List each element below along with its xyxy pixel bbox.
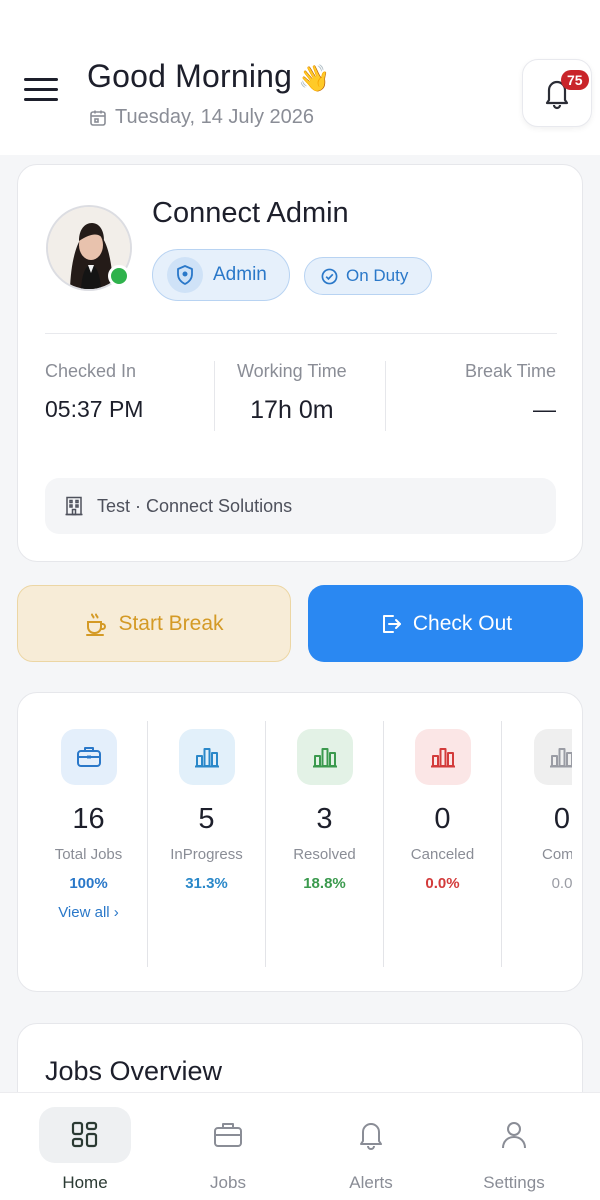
wave-emoji-icon: 👋	[298, 63, 331, 93]
nav-settings[interactable]: Settings	[459, 1107, 569, 1193]
bar-chart-icon	[296, 729, 353, 785]
working-time-label: Working Time	[237, 361, 347, 381]
checked-in-stat: Checked In 05:37 PM	[45, 361, 143, 423]
stat-label: Resolved	[293, 846, 356, 863]
bar-chart-icon	[534, 729, 572, 785]
start-break-button[interactable]: Start Break	[17, 585, 291, 662]
stat-count: 16	[72, 803, 105, 835]
working-time-value: 17h 0m	[250, 396, 334, 424]
bottom-navigation: Home Jobs Alerts Settings	[0, 1092, 600, 1200]
stat-percent: 0.0%	[425, 875, 460, 892]
nav-jobs[interactable]: Jobs	[173, 1107, 283, 1193]
break-time-value: —	[533, 396, 556, 422]
bar-chart-icon	[414, 729, 471, 785]
nav-settings-label: Settings	[483, 1173, 545, 1192]
nav-alerts-label: Alerts	[349, 1173, 393, 1192]
check-circle-icon	[321, 268, 338, 284]
nav-alerts[interactable]: Alerts	[316, 1107, 426, 1193]
nav-home[interactable]: Home	[30, 1107, 140, 1193]
stat-count: 3	[316, 803, 333, 835]
stat-count: 0	[434, 803, 451, 835]
stat-separator	[214, 361, 215, 431]
nav-home-label: Home	[62, 1173, 108, 1192]
stat-canceled[interactable]: 0 Canceled 0.0%	[384, 721, 502, 967]
stat-in-progress[interactable]: 5 InProgress 31.3%	[148, 721, 266, 967]
logout-icon	[382, 614, 401, 633]
nav-jobs-label: Jobs	[210, 1173, 246, 1192]
greeting-text: Good Morning	[87, 58, 293, 94]
online-status-dot	[108, 265, 130, 287]
checked-in-label: Checked In	[45, 361, 137, 381]
briefcase-icon	[60, 729, 117, 785]
company-info: Test · Connect Solutions	[45, 478, 556, 534]
stat-total-jobs[interactable]: 16 Total Jobs 100% View all ›	[30, 721, 148, 967]
divider	[45, 333, 557, 334]
dashboard-grid-icon	[39, 1107, 131, 1163]
stat-label: Comp	[541, 846, 572, 863]
duty-status-label: On Duty	[346, 266, 409, 285]
start-break-label: Start Break	[118, 611, 224, 635]
stat-resolved[interactable]: 3 Resolved 18.8%	[266, 721, 384, 967]
duty-status-badge: On Duty	[304, 257, 432, 295]
greeting-title: Good Morning 👋	[87, 58, 331, 95]
checked-in-value: 05:37 PM	[45, 396, 144, 422]
briefcase-icon	[182, 1107, 274, 1163]
building-icon	[65, 496, 83, 516]
current-date: Tuesday, 14 July 2026	[115, 106, 315, 128]
check-out-label: Check Out	[412, 611, 513, 635]
stat-label: Canceled	[410, 846, 475, 863]
stat-separator	[385, 361, 386, 431]
role-label: Admin	[213, 264, 267, 285]
stat-percent: 18.8%	[303, 875, 346, 892]
job-stats-card: 16 Total Jobs 100% View all › 5 InProgre…	[17, 692, 583, 992]
stat-label: InProgress	[170, 846, 243, 863]
app-header: Good Morning 👋 Tuesday, 14 July 2026 75	[0, 0, 600, 155]
working-time-stat: Working Time 17h 0m	[237, 361, 347, 425]
profile-card: Connect Admin Admin On Duty Checked In 0…	[17, 164, 583, 562]
stat-percent: 100%	[69, 875, 108, 892]
bell-icon	[325, 1107, 417, 1163]
check-out-button[interactable]: Check Out	[308, 585, 583, 662]
user-name: Connect Admin	[152, 197, 349, 229]
view-all-link[interactable]: View all ›	[30, 904, 147, 921]
notifications-button[interactable]: 75	[522, 59, 592, 127]
role-badge: Admin	[152, 249, 290, 301]
date-row: Tuesday, 14 July 2026	[89, 106, 314, 129]
stat-percent: 0.0	[551, 875, 572, 892]
stat-label: Total Jobs	[54, 846, 123, 863]
hamburger-menu-icon[interactable]	[24, 78, 58, 106]
job-stats-scroller[interactable]: 16 Total Jobs 100% View all › 5 InProgre…	[30, 721, 572, 967]
notification-badge: 75	[561, 70, 589, 90]
shield-icon	[167, 257, 203, 293]
bar-chart-icon	[178, 729, 235, 785]
break-time-stat: Break Time —	[465, 361, 556, 423]
stat-count: 5	[198, 803, 215, 835]
calendar-icon	[90, 110, 106, 126]
stat-count: 0	[553, 803, 571, 835]
coffee-cup-icon	[86, 613, 107, 636]
stat-completed[interactable]: 0 Comp 0.0	[502, 721, 572, 967]
stat-percent: 31.3%	[185, 875, 228, 892]
break-time-label: Break Time	[464, 361, 556, 381]
company-name: Test · Connect Solutions	[97, 495, 293, 516]
user-icon	[468, 1107, 560, 1163]
jobs-overview-title: Jobs Overview	[45, 1056, 223, 1086]
